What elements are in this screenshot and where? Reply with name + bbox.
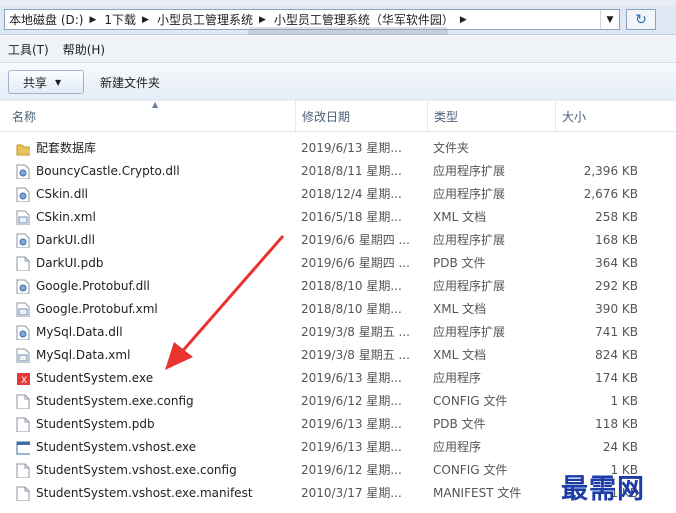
annotation-arrow-head [165, 342, 193, 370]
watermark-logo: 最需网 [561, 474, 645, 505]
annotation-arrow [165, 235, 285, 370]
annotation-arrow-shaft [178, 235, 285, 355]
